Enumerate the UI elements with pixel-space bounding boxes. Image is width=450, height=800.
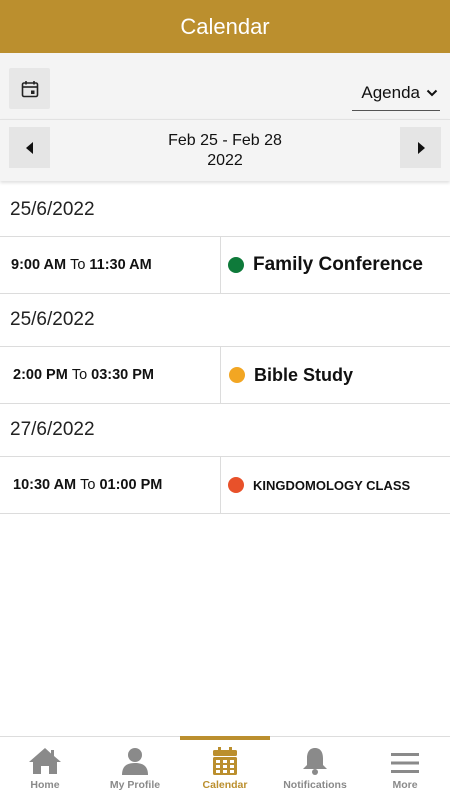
- event-start-time: 10:30 AM: [13, 477, 77, 493]
- caret-right-icon: [417, 141, 425, 154]
- event-end-time: 03:30 PM: [91, 367, 155, 383]
- menu-icon: [391, 753, 419, 773]
- event-start-time: 2:00 PM: [13, 367, 68, 383]
- tab-calendar[interactable]: Calendar: [180, 736, 270, 800]
- event-color-dot: [229, 367, 245, 383]
- event-color-dot: [228, 477, 244, 493]
- bottom-tab-bar: Home My Profile Calendar Notifications M…: [0, 736, 450, 800]
- event-time: 10:30 AM To 01:00 PM: [0, 457, 221, 513]
- event-title: Family Conference: [253, 254, 423, 275]
- agenda-date-header: 27/6/2022: [0, 404, 450, 457]
- chevron-down-icon: [426, 89, 438, 96]
- event-time-separator: To: [70, 257, 86, 273]
- view-mode-select[interactable]: Agenda: [352, 75, 440, 111]
- home-icon: [29, 748, 61, 774]
- event-time: 9:00 AM To 11:30 AM: [0, 237, 221, 293]
- tab-notifications-label: Notifications: [283, 779, 347, 791]
- date-range-bar: Feb 25 - Feb 28 2022: [0, 119, 450, 181]
- event-details: Family Conference: [221, 237, 450, 293]
- tab-my-profile-label: My Profile: [109, 779, 161, 791]
- event-details: KINGDOMOLOGY CLASS: [221, 457, 450, 513]
- next-range-button[interactable]: [400, 127, 441, 168]
- date-range-days: Feb 25 - Feb 28: [168, 132, 282, 149]
- app-header: Calendar: [0, 0, 450, 53]
- calendar-today-icon: [21, 80, 38, 97]
- event-details: Bible Study: [221, 347, 450, 403]
- event-end-time: 01:00 PM: [99, 477, 163, 493]
- calendar-icon: [213, 747, 237, 775]
- event-time: 2:00 PM To 03:30 PM: [0, 347, 221, 403]
- agenda-date-header: 25/6/2022: [0, 184, 450, 237]
- agenda-list: 25/6/2022 9:00 AM To 11:30 AM Family Con…: [0, 184, 450, 514]
- event-color-dot: [228, 257, 244, 273]
- view-mode-value: Agenda: [361, 82, 420, 102]
- tab-notifications[interactable]: Notifications: [270, 737, 360, 800]
- event-time-separator: To: [80, 477, 96, 493]
- event-time-separator: To: [71, 367, 88, 383]
- agenda-event-row[interactable]: 9:00 AM To 11:30 AM Family Conference: [0, 237, 450, 294]
- calendar-toolbar: Agenda: [0, 53, 450, 119]
- agenda-event-row[interactable]: 2:00 PM To 03:30 PM Bible Study: [0, 347, 450, 404]
- tab-more[interactable]: More: [360, 737, 450, 800]
- agenda-date-header: 25/6/2022: [0, 294, 450, 347]
- date-range-label: Feb 25 - Feb 28 2022: [0, 131, 450, 171]
- event-end-time: 11:30 AM: [89, 257, 152, 273]
- tab-calendar-label: Calendar: [202, 779, 248, 791]
- agenda-event-row[interactable]: 10:30 AM To 01:00 PM KINGDOMOLOGY CLASS: [0, 457, 450, 514]
- date-range-year: 2022: [207, 152, 243, 169]
- event-title: KINGDOMOLOGY CLASS: [253, 477, 411, 493]
- today-button[interactable]: [9, 68, 50, 109]
- bell-icon: [303, 748, 327, 775]
- event-title: Bible Study: [254, 364, 354, 385]
- tab-more-label: More: [392, 779, 418, 791]
- app-root: Calendar Agenda Feb 25 - Feb 28 2022 25/…: [0, 0, 450, 800]
- event-start-time: 9:00 AM: [11, 257, 67, 273]
- profile-icon: [122, 748, 148, 775]
- page-title: Calendar: [180, 13, 270, 39]
- tab-home-label: Home: [30, 779, 60, 791]
- tab-home[interactable]: Home: [0, 737, 90, 800]
- tab-my-profile[interactable]: My Profile: [90, 737, 180, 800]
